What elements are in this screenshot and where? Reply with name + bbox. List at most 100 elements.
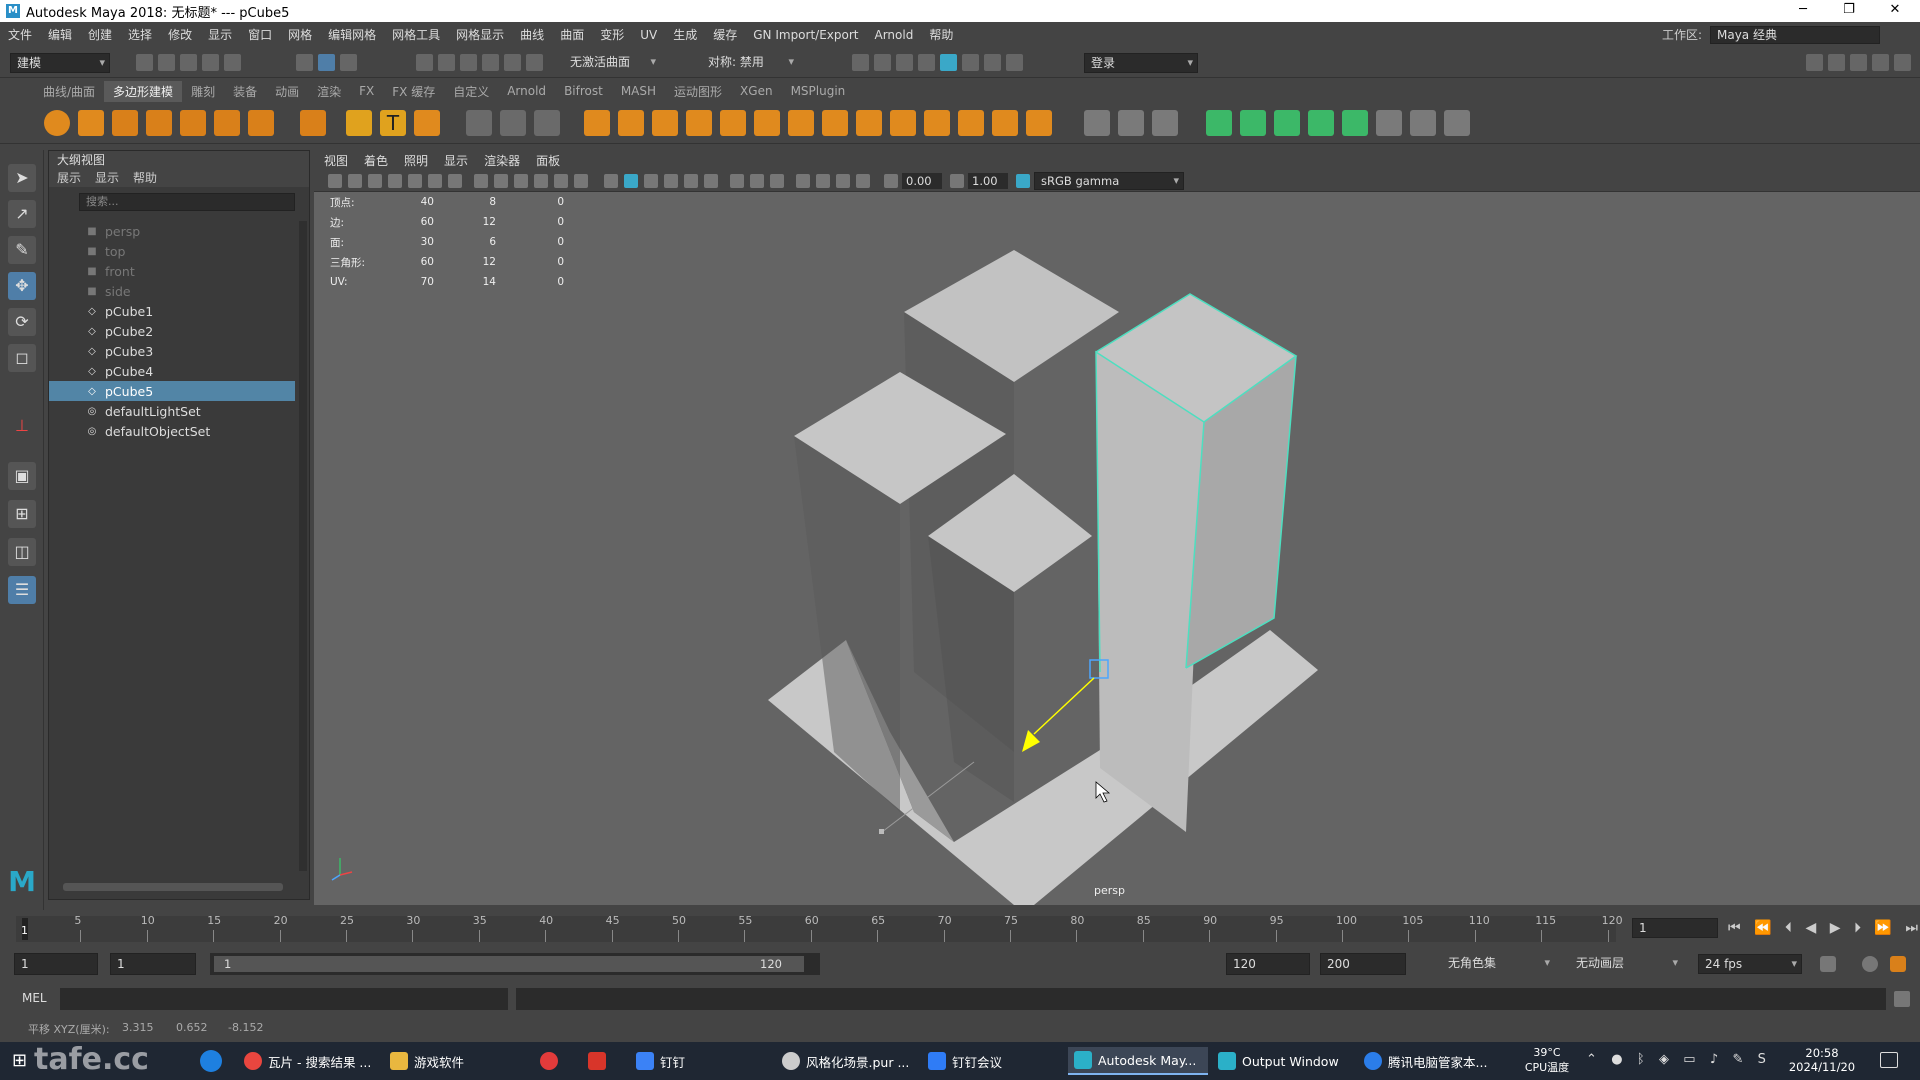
uv-planar-icon[interactable]	[1206, 110, 1232, 136]
outliner-item-pcube3[interactable]: ◇ pCube3	[49, 341, 295, 361]
wireframe-icon[interactable]	[604, 174, 618, 188]
motion-blur-icon[interactable]	[770, 174, 784, 188]
image-plane-icon[interactable]	[408, 174, 422, 188]
film-gate-icon[interactable]	[494, 174, 508, 188]
menu-item[interactable]: 网格工具	[392, 26, 440, 43]
shield-icon[interactable]: ◈	[1659, 1052, 1669, 1067]
snap-surface-icon[interactable]	[504, 54, 521, 71]
menu-item[interactable]: UV	[640, 28, 657, 42]
two-view-icon[interactable]: ◫	[8, 538, 36, 566]
bluetooth-icon[interactable]: ᛒ	[1637, 1052, 1645, 1067]
loop-icon[interactable]	[1820, 956, 1836, 972]
channel-box-icon[interactable]	[1872, 54, 1889, 71]
uv-editor-icon[interactable]	[1376, 110, 1402, 136]
grid-icon[interactable]	[474, 174, 488, 188]
shelf-tab[interactable]: XGen	[731, 82, 782, 100]
insert-edge-loop-icon[interactable]	[1118, 110, 1144, 136]
fill-hole-icon[interactable]	[856, 110, 882, 136]
move-manipulator-axis[interactable]	[1033, 677, 1095, 735]
outliner-menu-item[interactable]: 展示	[57, 169, 81, 187]
outliner-item-pcube5[interactable]: ◇ pCube5	[49, 381, 295, 401]
range-handle[interactable]: 1 120	[214, 956, 804, 972]
uv-spherical-icon[interactable]	[1274, 110, 1300, 136]
select-camera-icon[interactable]	[328, 174, 342, 188]
menu-item[interactable]: 网格显示	[456, 26, 504, 43]
render-settings-icon[interactable]	[896, 54, 913, 71]
gate-mask-icon[interactable]	[534, 174, 548, 188]
platonic-solid-icon[interactable]	[300, 110, 326, 136]
go-to-start-icon[interactable]: ⏮	[1728, 920, 1741, 936]
viewport-menu-item[interactable]: 显示	[444, 152, 468, 169]
save-scene-icon[interactable]	[180, 54, 197, 71]
open-scene-icon[interactable]	[158, 54, 175, 71]
outliner-search-input[interactable]: 搜索...	[79, 193, 295, 211]
microphone-icon[interactable]: ●	[1611, 1052, 1622, 1067]
menu-item[interactable]: 变形	[600, 26, 624, 43]
offset-edge-loop-icon[interactable]	[1152, 110, 1178, 136]
uv-cut-icon[interactable]	[1444, 110, 1470, 136]
range-bar[interactable]: 1 120	[210, 953, 820, 975]
menu-item[interactable]: 编辑	[48, 26, 72, 43]
viewport-menu-item[interactable]: 渲染器	[484, 152, 520, 169]
close-button[interactable]: ✕	[1872, 0, 1918, 22]
snap-vertex-icon[interactable]	[526, 54, 543, 71]
menu-item[interactable]: 生成	[673, 26, 697, 43]
shelf-tab[interactable]: 曲线/曲面	[34, 81, 104, 102]
poly-sphere-icon[interactable]	[44, 110, 70, 136]
outliner-item-defaultobjectset[interactable]: ◎ defaultObjectSet	[49, 421, 295, 441]
shelf-tab[interactable]: FX	[350, 82, 383, 100]
poly-cube-icon[interactable]	[78, 110, 104, 136]
mirror-icon[interactable]	[500, 110, 526, 136]
play-backward-icon[interactable]: ◀	[1805, 920, 1816, 936]
shelf-tab[interactable]: 动画	[266, 81, 308, 102]
snap-curve-icon[interactable]	[438, 54, 455, 71]
shelf-tab[interactable]: 装备	[224, 81, 266, 102]
snap-view-icon[interactable]	[482, 54, 499, 71]
command-input[interactable]	[60, 988, 508, 1010]
color-management-icon[interactable]	[1016, 174, 1030, 188]
uv-automatic-icon[interactable]	[1308, 110, 1334, 136]
snap-grid-icon[interactable]	[416, 54, 433, 71]
multi-cut-icon[interactable]	[1084, 110, 1110, 136]
shelf-tab[interactable]: Arnold	[498, 82, 555, 100]
combine-icon[interactable]	[584, 110, 610, 136]
viewport-menu-item[interactable]: 着色	[364, 152, 388, 169]
shelf-tab[interactable]: 雕刻	[182, 81, 224, 102]
menu-item[interactable]: 缓存	[713, 26, 737, 43]
taskbar-item[interactable]: 腾讯电脑管家本...	[1364, 1047, 1504, 1075]
shelf-tab[interactable]: 自定义	[444, 81, 498, 102]
stop-render-icon[interactable]	[1006, 54, 1023, 71]
xray-joints-icon[interactable]	[836, 174, 850, 188]
end-time-field[interactable]: 200	[1320, 953, 1406, 975]
step-forward-key-icon[interactable]: ⏩	[1874, 920, 1891, 936]
outliner-item-pcube4[interactable]: ◇ pCube4	[49, 361, 295, 381]
bridge-icon[interactable]	[754, 110, 780, 136]
outliner-item-persp[interactable]: ■ persp	[49, 221, 295, 241]
collapse-icon[interactable]	[1026, 110, 1052, 136]
arnold-render-icon[interactable]	[962, 54, 979, 71]
shelf-tab[interactable]: MASH	[612, 82, 665, 100]
restore-button[interactable]: ❐	[1826, 0, 1872, 22]
menu-item[interactable]: 编辑网格	[328, 26, 376, 43]
select-component-icon[interactable]	[340, 54, 357, 71]
textured-icon[interactable]	[684, 174, 698, 188]
uv-layout-icon[interactable]	[1410, 110, 1436, 136]
lock-camera-icon[interactable]	[348, 174, 362, 188]
start-time-field[interactable]: 1	[14, 953, 98, 975]
outliner-item-pcube1[interactable]: ◇ pCube1	[49, 301, 295, 321]
bevel-icon[interactable]	[788, 110, 814, 136]
merge-icon[interactable]	[924, 110, 950, 136]
shelf-tab[interactable]: 渲染	[308, 81, 350, 102]
2d-pan-zoom-icon[interactable]	[448, 174, 462, 188]
network-icon[interactable]: ▭	[1683, 1052, 1695, 1067]
render-view-icon[interactable]	[940, 54, 957, 71]
lasso-tool-icon[interactable]: ↗	[8, 200, 36, 228]
add-divisions-icon[interactable]	[890, 110, 916, 136]
outliner-vertical-scrollbar[interactable]	[299, 221, 307, 871]
shelf-tab-active[interactable]: 多边形建模	[104, 80, 183, 102]
safe-action-icon[interactable]	[574, 174, 588, 188]
volume-icon[interactable]: ♪	[1710, 1052, 1718, 1067]
poly-cylinder-icon[interactable]	[112, 110, 138, 136]
viewport-menu-item[interactable]: 照明	[404, 152, 428, 169]
sculpt-icon[interactable]	[466, 110, 492, 136]
